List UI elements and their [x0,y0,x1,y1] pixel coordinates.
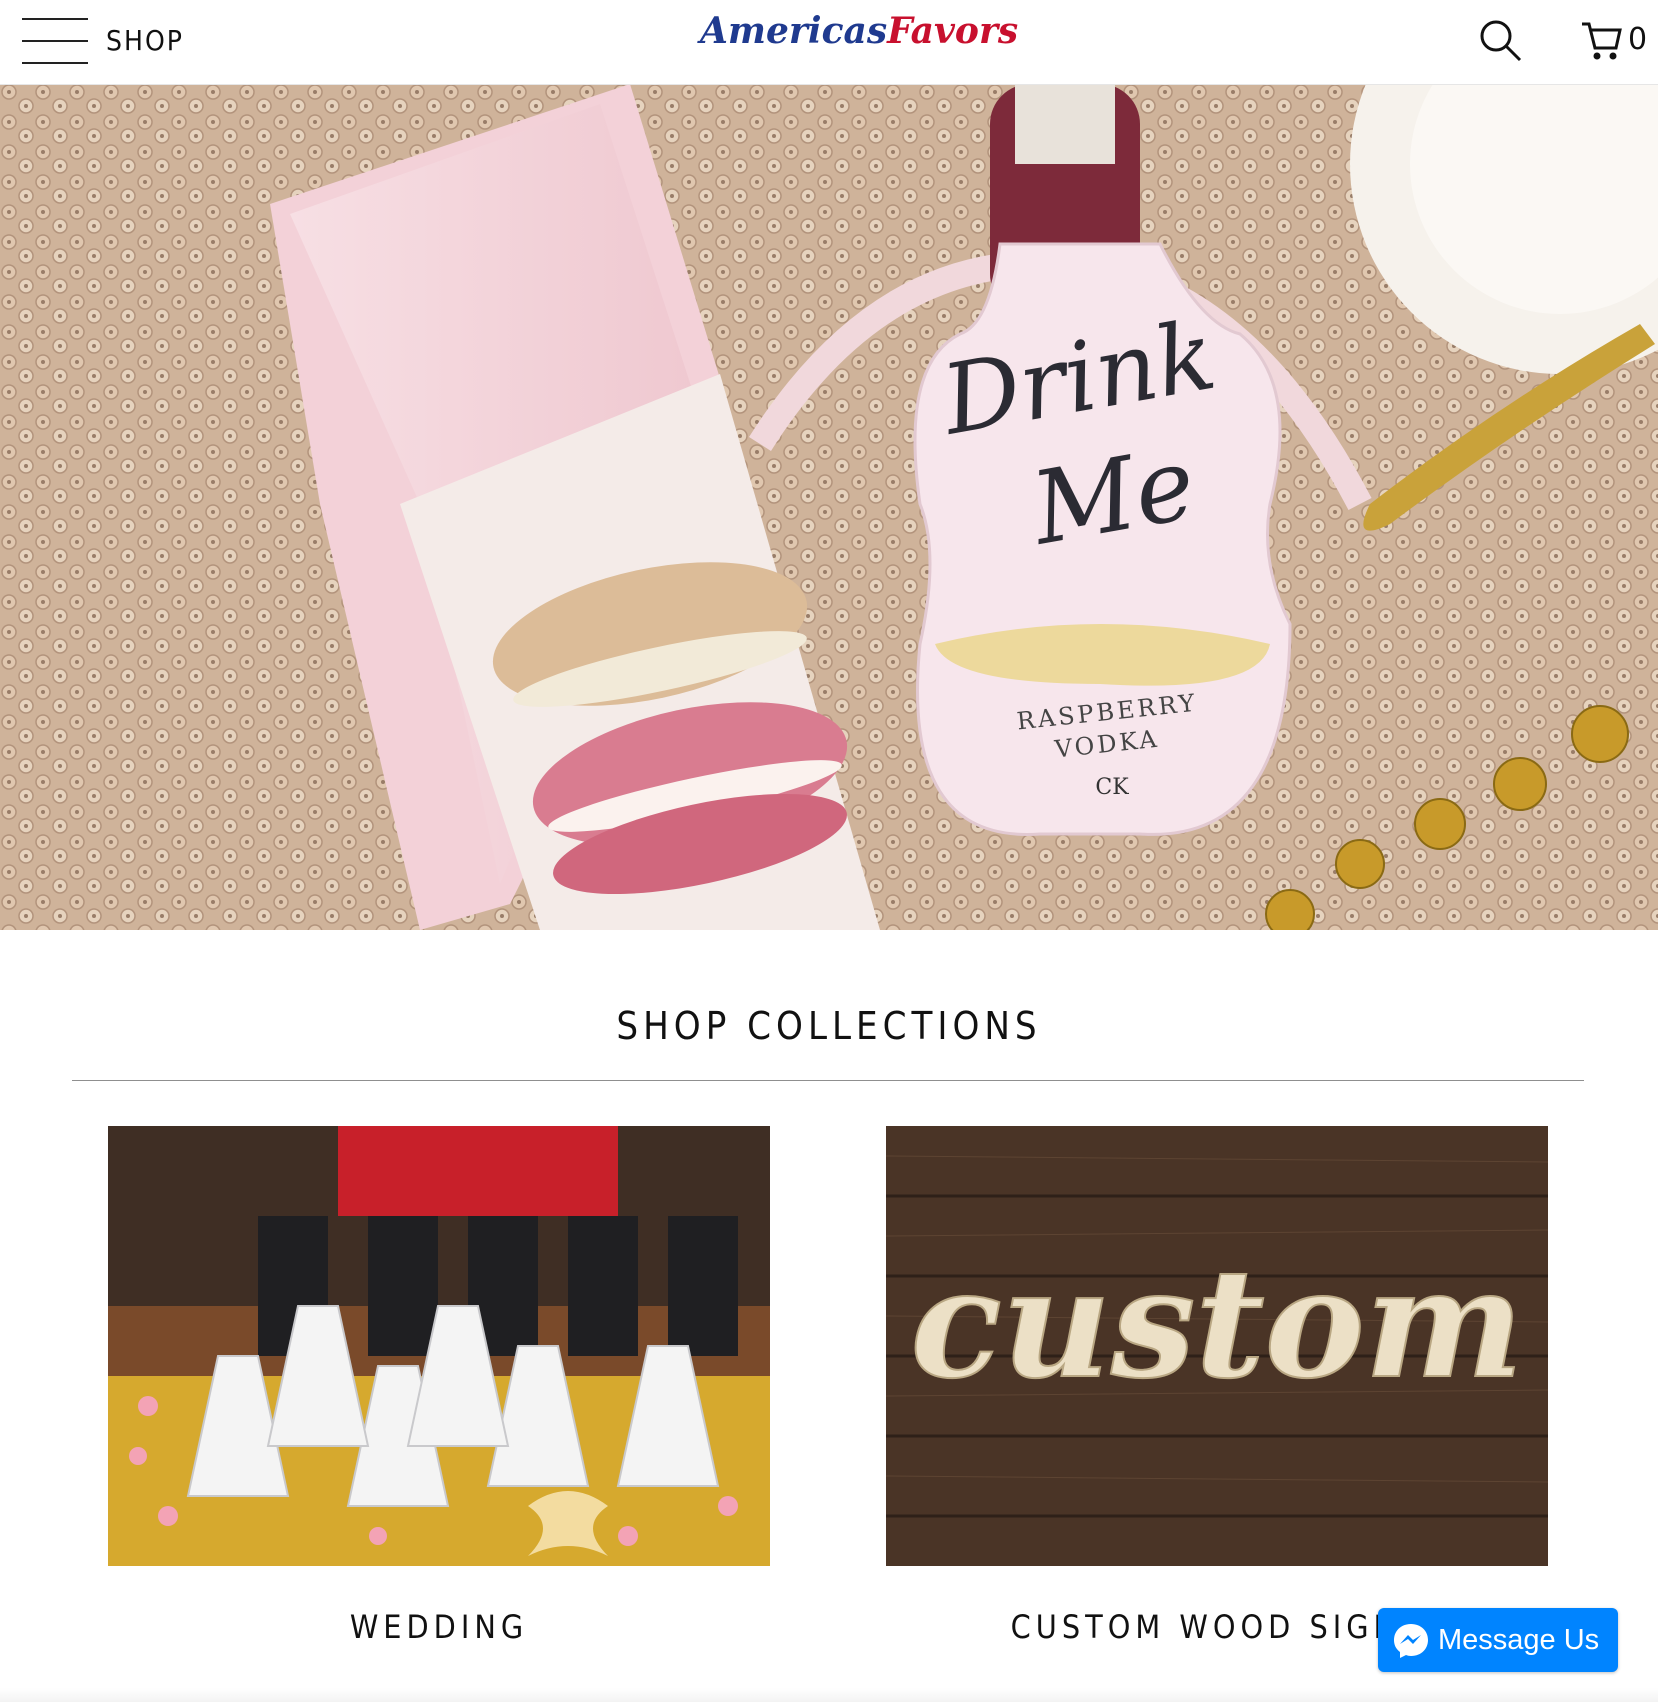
site-logo[interactable]: AmericasFavors [700,10,1018,70]
collection-label-wedding[interactable]: WEDDING [108,1608,770,1646]
shop-menu-link[interactable]: SHOP [106,24,184,57]
section-divider [72,1080,1584,1081]
search-icon[interactable] [1478,18,1522,62]
logo-text-americas: Americas [700,10,888,52]
message-us-label: Message Us [1438,1624,1600,1656]
site-header: SHOP AmericasFavors 0 [0,0,1658,85]
tag-monogram: CK [1095,775,1129,800]
section-title-shop-collections: SHOP COLLECTIONS [616,1004,1042,1048]
collection-image-custom-wood-signs[interactable]: custom [886,1126,1548,1566]
messenger-icon [1394,1624,1428,1658]
hero-image: Drink Me RASPBERRY VODKA CK [0,84,1658,930]
cart-count: 0 [1628,22,1648,57]
collection-image-wedding[interactable] [108,1126,770,1566]
cart-button[interactable]: 0 [1580,18,1650,62]
wood-sign-custom-text: custom [911,1236,1524,1412]
hero-banner[interactable]: Drink Me RASPBERRY VODKA CK [0,84,1658,930]
page-bottom-edge [0,1688,1658,1702]
cart-icon [1582,22,1622,60]
logo-text-favors: Favors [887,10,1019,52]
hamburger-menu-icon[interactable] [22,18,88,64]
message-us-button[interactable]: Message Us [1378,1608,1618,1672]
